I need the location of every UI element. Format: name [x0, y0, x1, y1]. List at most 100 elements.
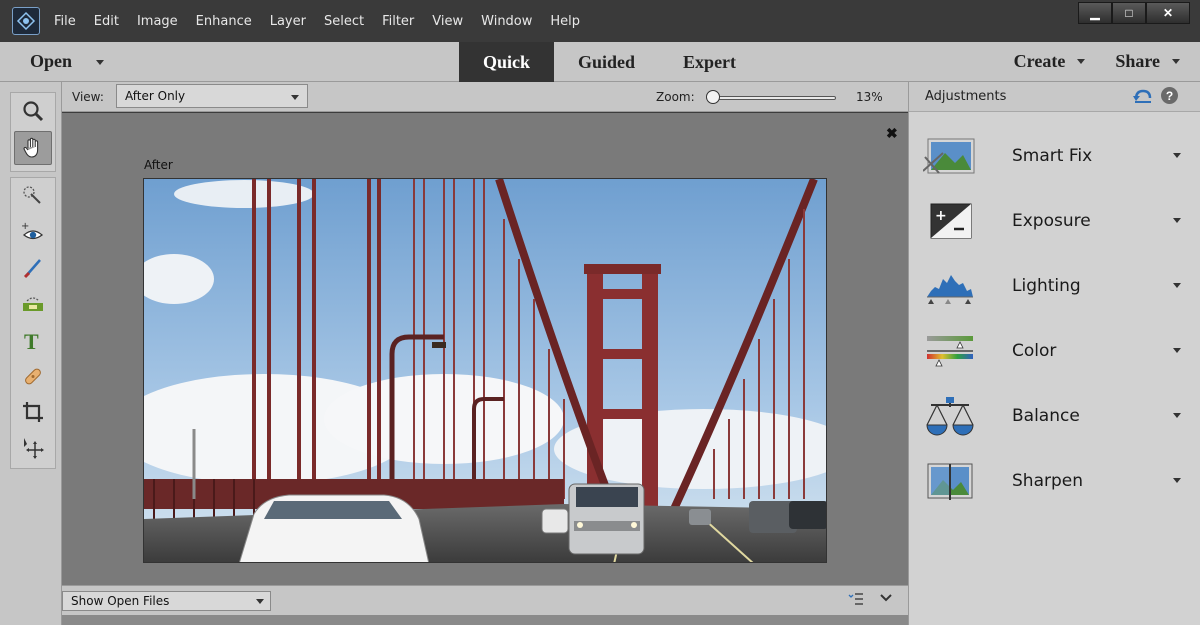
close-document-icon[interactable]: ✖ — [886, 125, 898, 142]
collapse-panel-icon[interactable] — [880, 590, 892, 606]
list-options-icon[interactable] — [848, 592, 864, 609]
adjustment-label: Smart Fix — [1012, 146, 1093, 166]
hand-icon — [23, 137, 39, 158]
share-label: Share — [1115, 51, 1160, 71]
chevron-down-icon — [1173, 348, 1181, 353]
open-button[interactable]: Open — [30, 51, 72, 72]
chevron-down-icon — [291, 95, 299, 100]
move-tool[interactable] — [11, 430, 55, 466]
adjustment-lighting[interactable]: Lighting — [909, 255, 1200, 315]
show-open-files-select[interactable]: Show Open Files — [62, 591, 271, 611]
chevron-down-icon — [1173, 478, 1181, 483]
spot-healing-tool[interactable] — [11, 358, 55, 394]
spot-healing-icon — [25, 368, 41, 385]
edit-tool-group: + T — [10, 177, 56, 469]
crop-icon — [23, 402, 43, 422]
adjustment-label: Exposure — [1012, 211, 1091, 231]
zoom-slider[interactable] — [708, 96, 836, 100]
tool-panel: + T — [0, 82, 62, 625]
adjustment-label: Balance — [1012, 406, 1080, 426]
files-select-value: Show Open Files — [71, 594, 170, 608]
panel-title: Adjustments — [925, 89, 1007, 104]
close-window-button[interactable]: ✕ — [1146, 2, 1190, 24]
quick-selection-tool[interactable] — [11, 178, 55, 214]
view-tool-group — [10, 92, 56, 172]
red-eye-tool[interactable]: + — [11, 214, 55, 250]
open-dropdown-icon[interactable] — [96, 60, 104, 65]
color-icon — [927, 336, 973, 367]
photo-bin-strip — [62, 615, 908, 625]
chevron-down-icon — [256, 599, 264, 604]
help-icon[interactable]: ? — [1161, 87, 1178, 104]
adjustment-color[interactable]: Color — [909, 320, 1200, 380]
adjustment-label: Sharpen — [1012, 471, 1083, 491]
type-tool[interactable]: T — [11, 322, 55, 358]
tab-guided[interactable]: Guided — [554, 42, 659, 82]
adjustment-label: Lighting — [1012, 276, 1081, 296]
balance-icon — [926, 397, 974, 436]
adjustment-balance[interactable]: Balance — [909, 385, 1200, 445]
bridge-photo — [144, 179, 826, 562]
adjustment-sharpen[interactable]: Sharpen — [909, 450, 1200, 510]
menu-layer[interactable]: Layer — [270, 14, 306, 29]
create-share-group: Create Share — [984, 51, 1180, 72]
exposure-icon: + — [930, 203, 972, 239]
hand-tool[interactable] — [14, 131, 52, 165]
menu-bar: File Edit Image Enhance Layer Select Fil… — [0, 0, 1200, 42]
menu-edit[interactable]: Edit — [94, 14, 119, 29]
adjustment-exposure[interactable]: + Exposure — [909, 190, 1200, 250]
chevron-down-icon — [1077, 59, 1086, 64]
panel-header: Adjustments ? — [909, 82, 1200, 112]
bottom-bar: Show Open Files — [62, 585, 908, 615]
chevron-down-icon — [1173, 218, 1181, 223]
svg-text:T: T — [24, 329, 39, 352]
view-select-value: After Only — [125, 89, 186, 103]
quick-selection-icon — [23, 186, 41, 204]
menu-help[interactable]: Help — [550, 14, 580, 29]
create-button[interactable]: Create — [1014, 51, 1086, 72]
smart-fix-icon — [923, 138, 975, 174]
menu-select[interactable]: Select — [324, 14, 364, 29]
chevron-down-icon — [1173, 283, 1181, 288]
maximize-button[interactable]: □ — [1112, 2, 1146, 24]
share-button[interactable]: Share — [1115, 51, 1180, 72]
options-bar: View: After Only Zoom: 13% — [62, 82, 908, 112]
reset-icon[interactable] — [1133, 87, 1153, 110]
create-label: Create — [1013, 51, 1066, 71]
canvas-area: ✖ After — [62, 113, 908, 585]
tab-expert[interactable]: Expert — [659, 42, 760, 82]
view-select[interactable]: After Only — [116, 84, 308, 108]
straighten-tool[interactable] — [11, 286, 55, 322]
mode-tabs: Quick Guided Expert — [459, 42, 760, 82]
view-label: View: — [72, 90, 104, 104]
whiten-teeth-icon — [23, 259, 41, 279]
zoom-value: 13% — [856, 90, 883, 104]
crop-tool[interactable] — [11, 394, 55, 430]
chevron-down-icon — [1172, 59, 1180, 64]
zoom-label: Zoom: — [656, 90, 695, 104]
tab-quick[interactable]: Quick — [459, 42, 555, 82]
svg-text:+: + — [935, 208, 947, 224]
whiten-teeth-tool[interactable] — [11, 250, 55, 286]
chevron-down-icon — [1173, 413, 1181, 418]
photo-canvas[interactable] — [143, 178, 827, 563]
menu-view[interactable]: View — [432, 14, 463, 29]
chevron-down-icon — [1173, 153, 1181, 158]
zoom-tool[interactable] — [11, 93, 55, 129]
red-eye-icon: + — [21, 221, 44, 240]
window-controls: ▁ □ ✕ — [1078, 2, 1190, 24]
adjustment-smart-fix[interactable]: Smart Fix — [909, 125, 1200, 185]
menu-image[interactable]: Image — [137, 14, 178, 29]
after-label: After — [144, 158, 173, 172]
lighting-icon — [927, 275, 973, 304]
adjustment-label: Color — [1012, 341, 1057, 361]
adjustments-panel: Adjustments ? Smart Fix + Exposure Light… — [908, 82, 1200, 625]
menu-enhance[interactable]: Enhance — [196, 14, 252, 29]
straighten-icon — [23, 297, 43, 311]
zoom-slider-thumb[interactable] — [706, 90, 720, 104]
minimize-button[interactable]: ▁ — [1078, 2, 1112, 24]
mode-bar: Open Quick Guided Expert Create Share — [0, 42, 1200, 82]
menu-file[interactable]: File — [54, 14, 76, 29]
menu-window[interactable]: Window — [481, 14, 532, 29]
menu-filter[interactable]: Filter — [382, 14, 414, 29]
